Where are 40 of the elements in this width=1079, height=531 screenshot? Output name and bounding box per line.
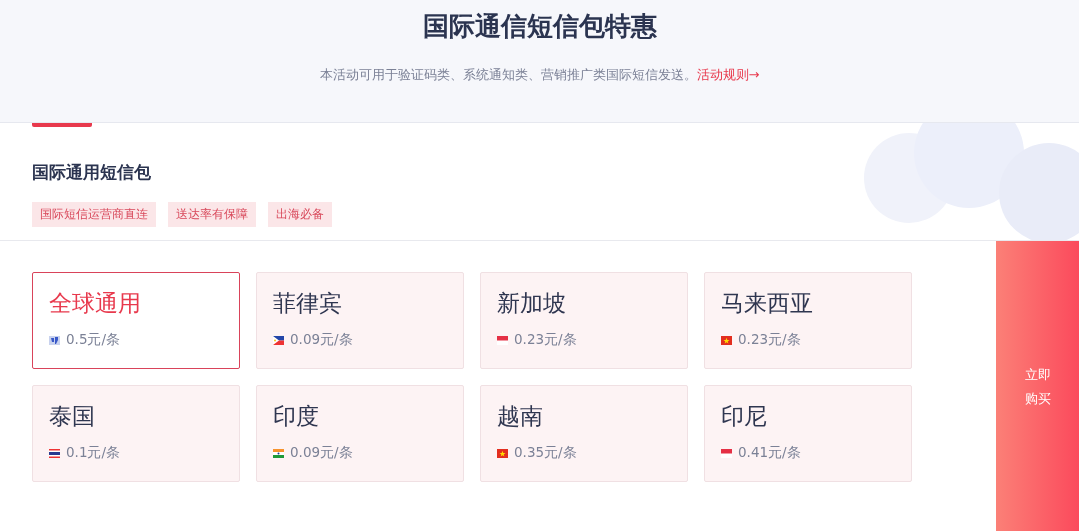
region-option[interactable]: 印尼 0.41元/条 xyxy=(704,385,912,482)
flag-icon xyxy=(49,335,60,345)
unit-price: 0.23元/条 xyxy=(514,331,577,349)
unit-price: 0.09元/条 xyxy=(290,444,353,462)
region-name: 新加坡 xyxy=(497,289,567,318)
flag-icon xyxy=(49,448,60,458)
flag-icon xyxy=(273,448,284,458)
flag-icon xyxy=(273,335,284,345)
feature-tag: 出海必备 xyxy=(268,202,332,227)
unit-price: 0.23元/条 xyxy=(738,331,801,349)
region-name: 全球通用 xyxy=(49,289,142,318)
region-option[interactable]: 马来西亚 0.23元/条 xyxy=(704,272,912,369)
feature-tag: 送达率有保障 xyxy=(168,202,256,227)
region-option[interactable]: 印度 0.09元/条 xyxy=(256,385,464,482)
region-name: 越南 xyxy=(497,402,544,431)
unit-price: 0.41元/条 xyxy=(738,444,801,462)
unit-price: 0.1元/条 xyxy=(66,444,121,462)
page-title: 国际通信短信包特惠 xyxy=(422,10,657,43)
flag-icon xyxy=(721,335,732,345)
region-name: 马来西亚 xyxy=(721,289,814,318)
rules-link[interactable]: 活动规则→ xyxy=(696,66,760,84)
flag-icon xyxy=(497,335,508,345)
feature-tag: 国际短信运营商直连 xyxy=(32,202,156,227)
region-option[interactable]: 泰国 0.1元/条 xyxy=(32,385,240,482)
unit-price: 0.5元/条 xyxy=(66,331,121,349)
region-name: 泰国 xyxy=(49,402,96,431)
active-tab-indicator xyxy=(32,123,92,127)
unit-price: 0.09元/条 xyxy=(290,331,353,349)
region-name: 印度 xyxy=(273,402,320,431)
description: 本活动可用于验证码类、系统通知类、营销推广类国际短信发送。 xyxy=(319,66,697,84)
region-option[interactable]: 全球通用 0.5元/条 xyxy=(32,272,240,369)
region-option[interactable]: 新加坡 0.23元/条 xyxy=(480,272,688,369)
unit-price: 0.35元/条 xyxy=(514,444,577,462)
flag-icon xyxy=(497,448,508,458)
region-option[interactable]: 越南 0.35元/条 xyxy=(480,385,688,482)
region-option[interactable]: 菲律宾 0.09元/条 xyxy=(256,272,464,369)
region-name: 菲律宾 xyxy=(273,289,343,318)
package-title: 国际通用短信包 xyxy=(32,161,152,184)
flag-icon xyxy=(721,448,732,458)
region-name: 印尼 xyxy=(721,402,768,431)
